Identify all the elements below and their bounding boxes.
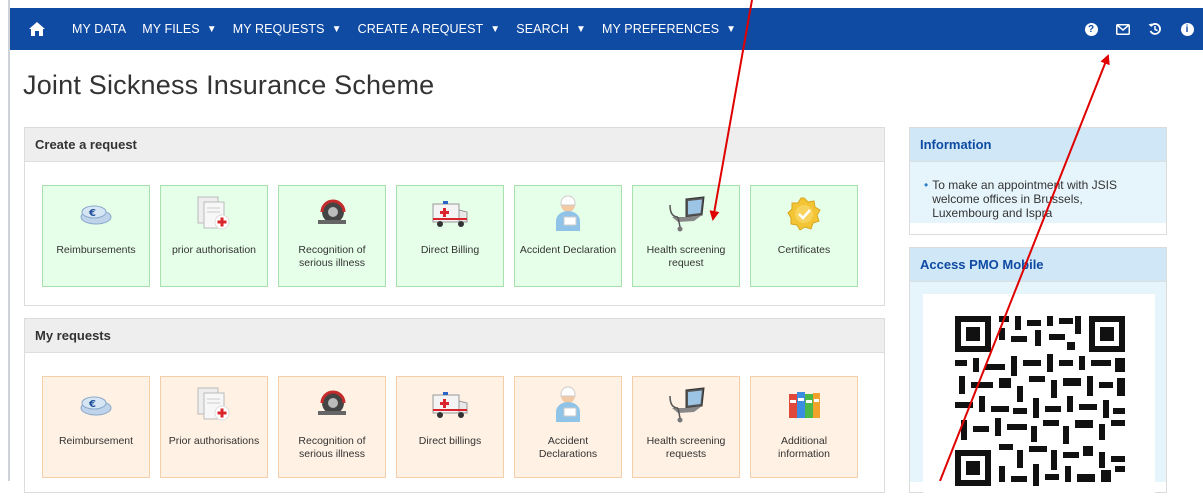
panel-title: My requests	[25, 319, 884, 353]
envelope-icon	[1116, 23, 1130, 35]
info-icon: i	[1180, 22, 1194, 36]
messages-button[interactable]	[1107, 8, 1139, 50]
tile-accident-declaration[interactable]: Accident Declaration	[514, 185, 622, 287]
svg-text:€: €	[88, 399, 96, 410]
tile-prior-authorisation[interactable]: prior authorisation	[160, 185, 268, 287]
top-navbar: MY DATA MY FILES ▼ MY REQUESTS ▼ CREATE A …	[10, 8, 1203, 50]
caret-down-icon: ▼	[726, 23, 737, 35]
laptop-stethoscope-icon	[633, 385, 739, 425]
tile-direct-billings[interactable]: Direct billings	[396, 376, 504, 478]
ambulance-icon	[397, 194, 503, 234]
euro-coins-icon: €	[43, 385, 149, 425]
tile-additional-information[interactable]: Additional information	[750, 376, 858, 478]
caret-down-icon: ▼	[576, 23, 586, 35]
qr-code-icon	[955, 316, 1125, 486]
tile-health-screening-requests[interactable]: Health screening requests	[632, 376, 740, 478]
qr-code-image[interactable]	[923, 294, 1155, 494]
my-requests-tiles: € Reimbursement Prior authorisations Rec…	[42, 376, 858, 478]
laptop-stethoscope-icon	[633, 194, 739, 234]
create-request-tiles: € Reimbursements prior authorisation Rec…	[42, 185, 858, 287]
tile-reimbursement[interactable]: € Reimbursement	[42, 376, 150, 478]
info-button[interactable]: i	[1171, 8, 1203, 50]
ambulance-icon	[397, 385, 503, 425]
caret-down-icon: ▼	[206, 23, 217, 35]
nav-right-icons: ? i	[1075, 8, 1203, 50]
tile-recognition-serious-illness[interactable]: Recognition of serious illness	[278, 185, 386, 287]
history-icon	[1148, 23, 1161, 35]
panel-title: Create a request	[25, 128, 884, 162]
information-body: • To make an appointment with JSIS welco…	[910, 162, 1166, 223]
help-icon: ?	[1084, 22, 1098, 36]
caret-down-icon: ▼	[490, 23, 501, 35]
panel-title: Access PMO Mobile	[910, 248, 1166, 282]
create-request-panel: Create a request € Reimbursements prior …	[24, 127, 885, 306]
pmo-mobile-body	[910, 282, 1166, 494]
tile-health-screening-request[interactable]: Health screening request	[632, 185, 740, 287]
nav-my-requests[interactable]: MY REQUESTS ▼	[225, 8, 350, 50]
scanner-icon	[279, 385, 385, 425]
panel-title: Information	[910, 128, 1166, 162]
injured-person-icon	[515, 385, 621, 425]
injured-person-icon	[515, 194, 621, 234]
scanner-icon	[279, 194, 385, 234]
documents-medical-icon	[161, 385, 267, 425]
nav-create-a-request[interactable]: CREATE A REQUEST ▼	[350, 8, 509, 50]
tile-recognition-serious-illness[interactable]: Recognition of serious illness	[278, 376, 386, 478]
tile-accident-declarations[interactable]: Accident Declarations	[514, 376, 622, 478]
pmo-mobile-panel: Access PMO Mobile	[909, 247, 1167, 494]
tile-certificates[interactable]: Certificates	[750, 185, 858, 287]
home-button[interactable]	[10, 8, 64, 50]
certificate-seal-icon	[751, 194, 857, 234]
tile-prior-authorisations[interactable]: Prior authorisations	[160, 376, 268, 478]
tile-direct-billing[interactable]: Direct Billing	[396, 185, 504, 287]
help-button[interactable]: ?	[1075, 8, 1107, 50]
home-icon	[29, 22, 45, 36]
documents-medical-icon	[161, 194, 267, 234]
information-panel: Information • To make an appointment wit…	[909, 127, 1167, 235]
tile-reimbursements[interactable]: € Reimbursements	[42, 185, 150, 287]
bullet-icon: •	[924, 178, 929, 192]
my-requests-panel: My requests € Reimbursement Prior author…	[24, 318, 885, 493]
nav-my-preferences[interactable]: MY PREFERENCES ▼	[594, 8, 744, 50]
page-title: Joint Sickness Insurance Scheme	[23, 70, 435, 100]
nav-my-data[interactable]: MY DATA	[64, 8, 134, 50]
information-text: To make an appointment with JSIS welcome…	[932, 178, 1117, 220]
nav-my-files[interactable]: MY FILES ▼	[134, 8, 225, 50]
svg-text:€: €	[88, 208, 96, 219]
caret-down-icon: ▼	[331, 23, 342, 35]
binders-icon	[751, 385, 857, 425]
euro-coins-icon: €	[43, 194, 149, 234]
history-button[interactable]	[1139, 8, 1171, 50]
nav-search[interactable]: SEARCH ▼	[508, 8, 594, 50]
